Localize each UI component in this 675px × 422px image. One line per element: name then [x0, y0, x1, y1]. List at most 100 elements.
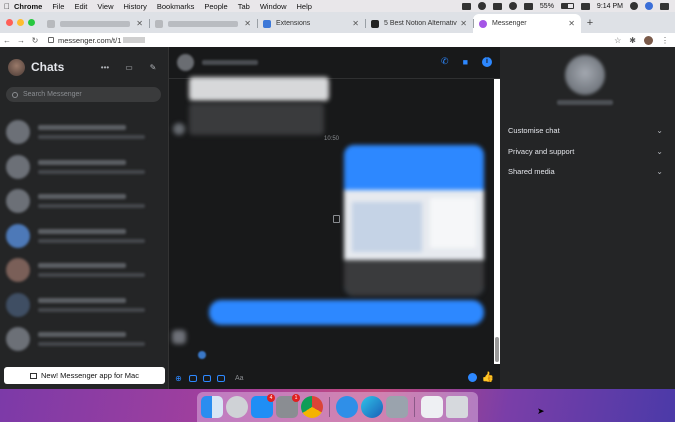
siri-icon[interactable] — [645, 2, 653, 10]
image-message[interactable] — [344, 145, 484, 296]
badge-count: 1 — [292, 394, 300, 402]
search-icon[interactable] — [630, 2, 638, 10]
message-input[interactable]: Aa — [235, 375, 244, 382]
apple-icon[interactable]:  — [0, 2, 14, 11]
extensions-icon[interactable]: ✱ — [629, 36, 636, 45]
app-store-icon[interactable]: 4 — [251, 394, 275, 418]
notification-icon[interactable] — [660, 2, 669, 10]
menu-bookmarks[interactable]: Bookmarks — [157, 2, 195, 11]
contact-name-blurred[interactable] — [202, 60, 258, 65]
close-icon[interactable]: ✕ — [136, 19, 143, 28]
tab-1[interactable]: ✕ — [41, 14, 149, 33]
address-bar[interactable]: messenger.com/t/1 — [48, 35, 614, 46]
avatar — [173, 123, 185, 135]
menu-app-name[interactable]: Chrome — [14, 2, 42, 11]
volume-icon[interactable] — [523, 2, 533, 10]
more-options-button[interactable]: ••• — [98, 60, 112, 74]
message-composer: ⊕ Aa 👍 — [169, 367, 500, 389]
menu-history[interactable]: History — [124, 2, 147, 11]
list-item[interactable] — [6, 115, 164, 150]
control-center-icon[interactable] — [580, 2, 590, 10]
status-circle-icon[interactable] — [477, 2, 486, 10]
preview-icon[interactable] — [386, 396, 408, 418]
avatar[interactable] — [177, 54, 194, 71]
launchpad-icon[interactable] — [226, 396, 248, 418]
menu-extra-icon[interactable] — [492, 2, 502, 10]
menu-edit[interactable]: Edit — [74, 2, 87, 11]
list-item[interactable] — [6, 184, 164, 219]
menu-help[interactable]: Help — [297, 2, 312, 11]
scrollbar-thumb[interactable] — [495, 337, 499, 362]
zoom-window-button[interactable] — [28, 19, 35, 26]
finder-icon[interactable] — [201, 396, 223, 418]
minimize-window-button[interactable] — [17, 19, 24, 26]
info-icon[interactable]: i — [482, 56, 492, 67]
share-icon[interactable] — [333, 215, 340, 223]
list-item[interactable] — [6, 288, 164, 323]
profile-avatar[interactable] — [644, 35, 653, 45]
sent-message-bubble[interactable] — [209, 300, 484, 325]
tab-notion-alternatives[interactable]: 5 Best Notion Alternatives for ... ✕ — [365, 14, 473, 33]
star-icon[interactable]: ☆ — [614, 36, 621, 45]
dock-separator — [329, 397, 330, 417]
menu-window[interactable]: Window — [260, 2, 287, 11]
shared-media-row[interactable]: Shared media ⌄ — [508, 164, 663, 178]
sticker-icon[interactable] — [203, 374, 211, 382]
plus-icon[interactable]: ⊕ — [174, 374, 183, 383]
safari-icon[interactable] — [336, 396, 358, 418]
lock-icon[interactable] — [48, 37, 54, 43]
wifi-icon[interactable] — [508, 2, 517, 10]
chevron-down-icon: ⌄ — [656, 146, 663, 156]
menu-people[interactable]: People — [204, 2, 227, 11]
close-window-button[interactable] — [6, 19, 13, 26]
search-input[interactable]: Search Messenger — [6, 87, 161, 102]
dropbox-icon[interactable] — [461, 2, 471, 10]
close-icon[interactable]: ✕ — [352, 19, 359, 28]
avatar[interactable] — [8, 58, 25, 76]
list-item[interactable] — [6, 322, 164, 357]
menu-tab[interactable]: Tab — [238, 2, 250, 11]
blurred-message — [189, 77, 329, 101]
system-preferences-icon[interactable]: 1 — [276, 394, 300, 418]
video-camera-icon[interactable]: ■ — [463, 57, 468, 67]
emoji-icon[interactable] — [468, 373, 477, 382]
tab-title-blurred — [60, 20, 130, 27]
avatar — [6, 292, 30, 317]
tab-messenger[interactable]: Messenger ✕ — [473, 14, 581, 33]
list-item[interactable] — [6, 219, 164, 254]
seen-indicator — [198, 351, 206, 359]
chat-details-panel: Customise chat ⌄ Privacy and support ⌄ S… — [500, 47, 675, 389]
badge-count: 4 — [267, 394, 275, 402]
tab-2[interactable]: ✕ — [149, 14, 257, 33]
new-video-call-button[interactable]: ▭ — [122, 60, 136, 74]
get-mac-app-button[interactable]: New! Messenger app for Mac — [4, 367, 165, 384]
status-area: 55% 9:14 PM — [461, 0, 669, 12]
new-tab-button[interactable]: + — [581, 17, 599, 29]
image-icon[interactable] — [189, 374, 197, 382]
window-controls — [0, 19, 41, 26]
menu-view[interactable]: View — [97, 2, 113, 11]
edge-icon[interactable] — [361, 396, 383, 418]
document-icon[interactable] — [421, 396, 443, 418]
customise-chat-row[interactable]: Customise chat ⌄ — [508, 123, 663, 137]
battery-icon[interactable] — [560, 3, 574, 9]
close-icon[interactable]: ✕ — [460, 19, 467, 28]
new-message-button[interactable]: ✎ — [146, 60, 160, 74]
clock[interactable]: 9:14 PM — [597, 3, 623, 10]
privacy-support-row[interactable]: Privacy and support ⌄ — [508, 144, 663, 158]
reload-icon[interactable]: ↻ — [28, 36, 42, 45]
back-icon[interactable]: ← — [0, 36, 14, 45]
trash-icon[interactable] — [446, 396, 468, 418]
menu-file[interactable]: File — [52, 2, 64, 11]
list-item[interactable] — [6, 150, 164, 185]
menu-dots-icon[interactable]: ⋮ — [661, 36, 669, 45]
forward-icon[interactable]: → — [14, 36, 28, 45]
chrome-icon[interactable] — [301, 396, 323, 418]
like-icon[interactable]: 👍 — [482, 372, 494, 383]
close-icon[interactable]: ✕ — [568, 19, 575, 28]
tab-extensions[interactable]: Extensions ✕ — [257, 14, 365, 33]
phone-icon[interactable]: ✆ — [441, 56, 449, 67]
list-item[interactable] — [6, 253, 164, 288]
close-icon[interactable]: ✕ — [244, 19, 251, 28]
gif-icon[interactable] — [217, 374, 225, 382]
